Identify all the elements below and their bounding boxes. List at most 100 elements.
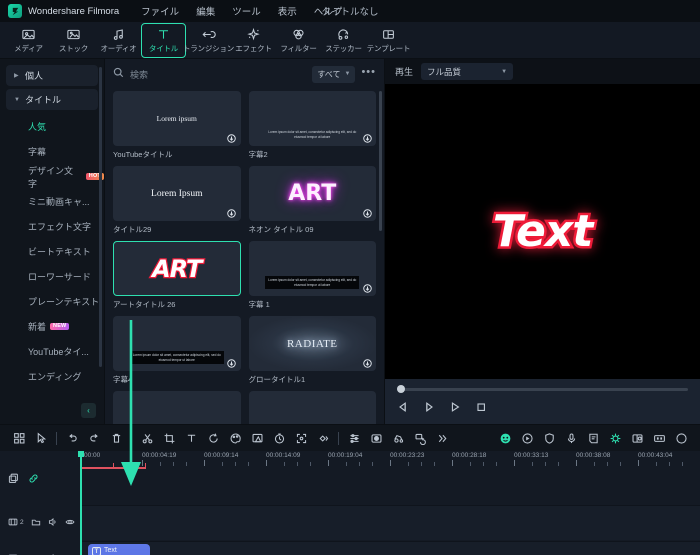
rotate-icon[interactable] <box>202 427 224 449</box>
download-icon[interactable] <box>362 358 372 368</box>
speed-icon[interactable] <box>268 427 290 449</box>
sidebar-item-beat-text[interactable]: ビートテキスト <box>0 239 104 264</box>
download-icon[interactable] <box>362 283 372 293</box>
link-icon[interactable] <box>28 471 39 489</box>
delete-icon[interactable] <box>105 427 127 449</box>
play-button[interactable] <box>449 400 461 418</box>
crop-grid-icon[interactable] <box>8 427 30 449</box>
sidebar-item-lower-third[interactable]: ローワーサード <box>0 264 104 289</box>
prev-frame-button[interactable] <box>397 400 409 418</box>
sidebar-item-popular[interactable]: 人気 <box>0 114 104 139</box>
template-card[interactable]: Lorem ipsum dolor sit amet, consectetur … <box>248 91 376 160</box>
download-icon[interactable] <box>227 133 237 143</box>
toolbar-tab-audio[interactable]: オーディオ <box>96 23 141 58</box>
menu-edit[interactable]: 編集 <box>196 4 215 18</box>
template-thumbnail[interactable]: ART <box>248 166 376 221</box>
toolbar-tab-titles[interactable]: タイトル <box>141 22 186 58</box>
motion-tracking-icon[interactable] <box>387 427 409 449</box>
timeline-ruler[interactable]: 00:00 00:00:04:19 00:00:09:14 00:00:14:0… <box>0 451 700 469</box>
mask-icon[interactable] <box>246 427 268 449</box>
menu-tools[interactable]: ツール <box>232 4 261 18</box>
subtitle-icon[interactable] <box>582 427 604 449</box>
cut-icon[interactable] <box>136 427 158 449</box>
grid-scrollbar[interactable] <box>379 91 382 231</box>
template-card-selected[interactable]: ART アートタイトル 26 <box>113 241 241 310</box>
sidebar-item-mini-video-caption[interactable]: ミニ動画キャ... <box>0 189 104 214</box>
template-thumbnail[interactable] <box>113 391 241 424</box>
template-thumbnail[interactable]: Lorem ipsum dolor sit amet, consectetur … <box>248 241 376 296</box>
keyframe-icon[interactable] <box>312 427 334 449</box>
circle-tool-icon[interactable] <box>670 427 692 449</box>
track-lock-icon[interactable] <box>31 550 41 555</box>
seek-handle[interactable] <box>397 385 405 393</box>
template-thumbnail[interactable]: ART <box>113 241 241 296</box>
timeline-clip-text[interactable]: T Text <box>88 544 150 555</box>
toolbar-tab-transitions[interactable]: トランジション <box>183 23 234 58</box>
sidebar-item-new-arrivals[interactable]: 新着 NEW <box>0 314 104 339</box>
detach-audio-icon[interactable] <box>409 427 431 449</box>
cursor-icon[interactable] <box>30 427 52 449</box>
mic-icon[interactable] <box>560 427 582 449</box>
stop-button[interactable] <box>475 400 487 418</box>
sidebar-item-effect-text[interactable]: エフェクト文字 <box>0 214 104 239</box>
redo-icon[interactable] <box>83 427 105 449</box>
playhead[interactable] <box>78 451 84 555</box>
video-preview-stage[interactable]: Text <box>385 84 700 379</box>
template-card[interactable] <box>248 391 376 424</box>
fit-icon[interactable] <box>290 427 312 449</box>
toolbar-tab-templates[interactable]: テンプレート <box>366 23 411 58</box>
quality-dropdown[interactable]: フル品質 ▼ <box>421 63 514 80</box>
template-card[interactable]: ART ネオン タイトル 09 <box>248 166 376 235</box>
collapse-sidebar-button[interactable]: ‹ <box>81 403 96 418</box>
download-icon[interactable] <box>227 358 237 368</box>
sidebar-item-subtitles[interactable]: 字幕 <box>0 139 104 164</box>
toolbar-tab-media[interactable]: メディア <box>6 23 51 58</box>
ai-avatar-icon[interactable] <box>494 427 516 449</box>
shield-icon[interactable] <box>538 427 560 449</box>
more-tools-icon[interactable] <box>431 427 453 449</box>
greenscreen-icon[interactable] <box>626 427 648 449</box>
toolbar-tab-filters[interactable]: フィルター <box>276 23 321 58</box>
playhead-handle[interactable] <box>78 451 84 457</box>
filter-dropdown[interactable]: すべて ▼ <box>312 65 356 83</box>
sidebar-item-plain-text[interactable]: プレーンテキスト <box>0 289 104 314</box>
next-frame-button[interactable] <box>423 400 435 418</box>
adjust-sliders-icon[interactable] <box>343 427 365 449</box>
toolbar-tab-stock[interactable]: ストック <box>51 23 96 58</box>
track-visibility-icon[interactable] <box>65 550 75 555</box>
template-card[interactable]: Lorem ipsum YouTubeタイトル <box>113 91 241 160</box>
sidebar-scrollbar[interactable] <box>99 67 102 367</box>
sidebar-item-design-text[interactable]: デザイン文字 HOT <box>0 164 104 189</box>
more-options-button[interactable]: ••• <box>361 66 376 82</box>
menu-view[interactable]: 表示 <box>278 4 297 18</box>
ai-portrait-icon[interactable] <box>516 427 538 449</box>
sidebar-item-ending[interactable]: エンディング <box>0 364 104 389</box>
template-thumbnail[interactable]: Lorem Ipsum <box>113 166 241 221</box>
template-thumbnail[interactable]: Lorem ipsum <box>113 91 241 146</box>
track-lane-1[interactable]: T Text <box>80 541 700 555</box>
template-card[interactable]: RADIATE グロータイトル1 <box>248 316 376 385</box>
sidebar-group-titles[interactable]: ▼ タイトル <box>6 89 98 110</box>
seek-bar[interactable] <box>397 385 688 393</box>
template-card[interactable]: Lorem Ipsum タイトル29 <box>113 166 241 235</box>
template-card[interactable]: Lorem ipsum dolor sit amet, consectetur … <box>248 241 376 310</box>
template-card[interactable]: Lorem ipsum dolor sit amet, consectetur … <box>113 316 241 385</box>
toolbar-tab-effects[interactable]: エフェクト <box>231 23 276 58</box>
menu-help[interactable]: ヘルプ <box>314 4 343 18</box>
menu-file[interactable]: ファイル <box>141 4 179 18</box>
template-thumbnail[interactable]: Lorem ipsum dolor sit amet, consectetur … <box>113 316 241 371</box>
ai-tools-icon[interactable] <box>604 427 626 449</box>
text-icon[interactable] <box>180 427 202 449</box>
track-lane-2[interactable] <box>80 505 700 540</box>
download-icon[interactable] <box>362 133 372 143</box>
record-icon[interactable] <box>365 427 387 449</box>
sidebar-item-youtube-title[interactable]: YouTubeタイ... <box>0 339 104 364</box>
template-thumbnail[interactable]: Lorem ipsum dolor sit amet, consectetur … <box>248 91 376 146</box>
template-card[interactable] <box>113 391 241 424</box>
color-palette-icon[interactable] <box>224 427 246 449</box>
template-thumbnail[interactable] <box>248 391 376 424</box>
preview-text-overlay[interactable]: Text <box>490 204 596 260</box>
track-mute-icon[interactable] <box>48 550 58 555</box>
download-icon[interactable] <box>362 208 372 218</box>
search-input[interactable]: 検索 <box>130 68 306 81</box>
